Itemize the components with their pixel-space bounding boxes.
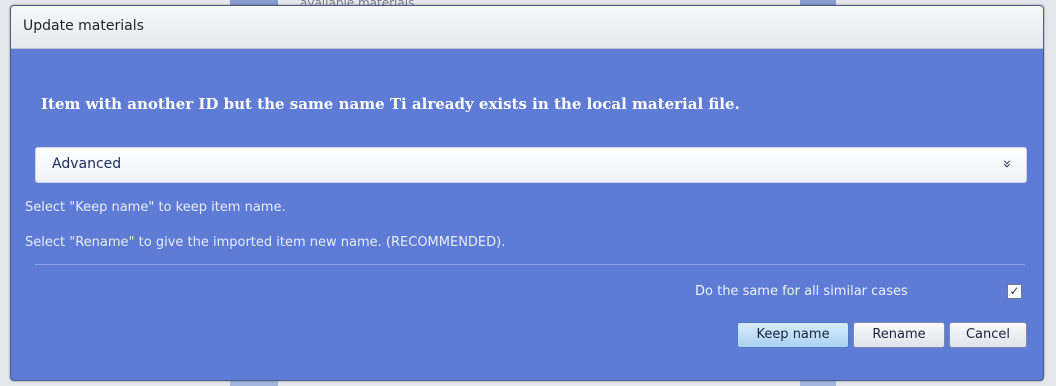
- divider: [35, 264, 1025, 265]
- same-for-all-label: Do the same for all similar cases: [695, 284, 908, 299]
- rename-help-text: Select "Rename" to give the imported ite…: [25, 235, 506, 250]
- checkmark-icon: ✓: [1009, 284, 1020, 298]
- rename-button[interactable]: Rename: [853, 322, 945, 348]
- advanced-label: Advanced: [52, 156, 122, 172]
- dialog-title: Update materials: [23, 18, 144, 34]
- cancel-button[interactable]: Cancel: [949, 322, 1027, 348]
- dialog-titlebar[interactable]: Update materials: [11, 6, 1043, 49]
- advanced-section-toggle[interactable]: Advanced »: [35, 147, 1027, 183]
- keep-name-button[interactable]: Keep name: [737, 322, 849, 348]
- conflict-message: Item with another ID but the same name T…: [41, 95, 740, 113]
- same-for-all-checkbox[interactable]: ✓: [1007, 284, 1022, 299]
- double-chevron-down-icon[interactable]: »: [998, 159, 1016, 168]
- keep-name-help-text: Select "Keep name" to keep item name.: [25, 200, 286, 215]
- update-materials-dialog: Update materials Item with another ID bu…: [10, 5, 1044, 381]
